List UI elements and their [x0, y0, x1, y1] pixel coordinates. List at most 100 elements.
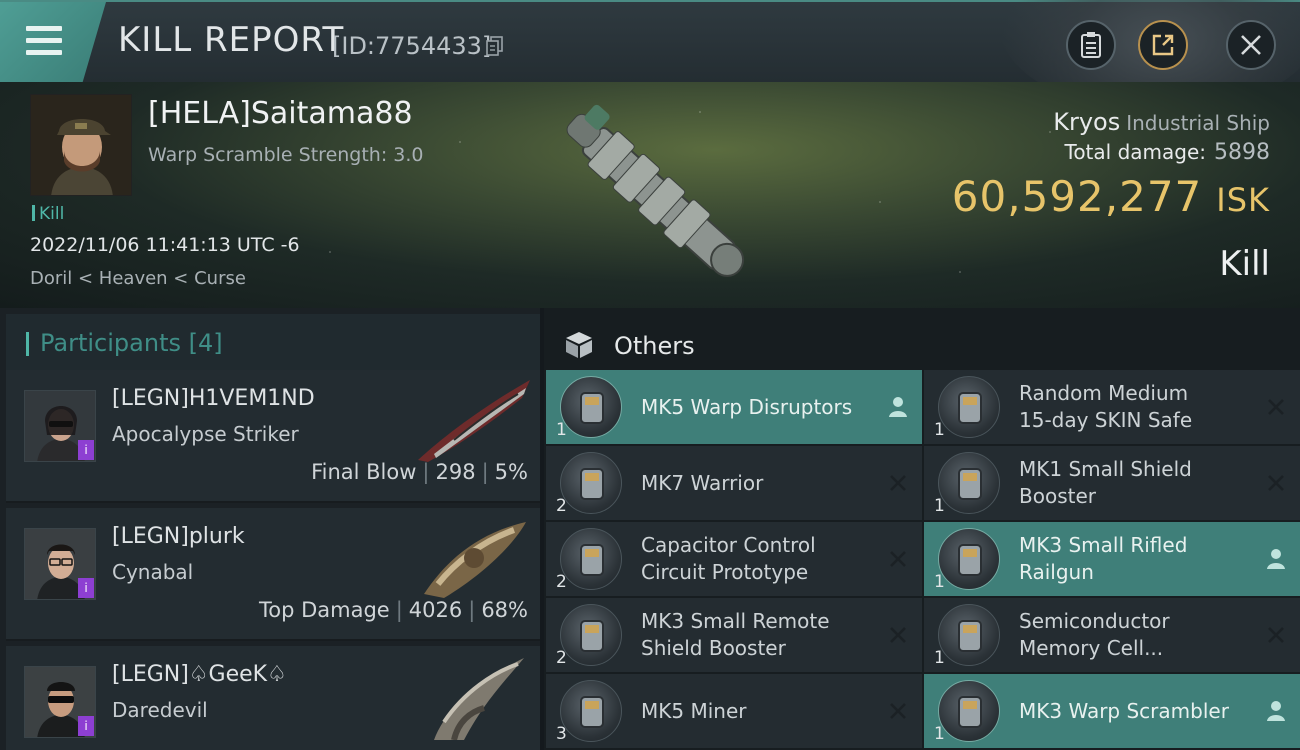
item-name: MK5 Warp Disruptors — [641, 394, 853, 419]
item-tile[interactable]: 1 MK1 Small Shield Booster — [924, 446, 1300, 520]
capacitor-rig-icon — [560, 528, 622, 590]
top-damage-label: Top Damage — [258, 598, 390, 622]
total-damage-label: Total damage: — [1064, 140, 1207, 164]
item-tile[interactable]: 1 MK3 Small Rifled Railgun — [924, 522, 1300, 596]
top-bar: KILL REPORT [ID:7754433] — [0, 0, 1300, 112]
damage-percent: 68% — [481, 598, 528, 622]
destroyed-x-icon — [890, 627, 906, 643]
result-label: Kill — [1219, 244, 1270, 284]
others-panel: Others 1 MK5 Warp Disruptors 1 Random Mediu… — [544, 308, 1300, 750]
item-quantity: 1 — [934, 572, 945, 592]
final-blow-label: Final Blow — [311, 460, 417, 484]
participant-name[interactable]: [LEGN]plurk — [112, 524, 245, 549]
participant-avatar[interactable]: i — [24, 390, 96, 462]
dropped-person-icon — [1267, 701, 1285, 721]
item-quantity: 1 — [556, 420, 567, 440]
damage-value: 4026 — [408, 598, 463, 622]
participant-name[interactable]: [LEGN]♤GeeK♤ — [112, 662, 287, 687]
item-quantity: 1 — [934, 420, 945, 440]
destroyed-x-icon — [1268, 399, 1284, 415]
corp-badge-icon: i — [78, 578, 94, 598]
destroyed-x-icon — [890, 703, 906, 719]
participant-ship: Daredevil — [112, 698, 208, 722]
participant-row[interactable]: i [LEGN]♤GeeK♤ Daredevil — [6, 646, 540, 750]
others-header: Others — [544, 314, 1300, 372]
skin-safe-icon — [938, 376, 1000, 438]
item-name: MK3 Small Remote Shield Booster — [641, 609, 830, 660]
remote-shield-icon — [560, 604, 622, 666]
victim-avatar[interactable] — [30, 94, 132, 196]
copy-icon[interactable] — [486, 36, 504, 56]
item-name: MK5 Miner — [641, 698, 747, 723]
cube-icon — [566, 332, 592, 358]
participant-row[interactable]: i [LEGN]plurk Cynabal Top Damage | 4026 | 68… — [6, 508, 540, 641]
daredevil-ship-image — [434, 658, 524, 740]
kill-timestamp: 2022/11/06 11:41:13 UTC -6 — [30, 234, 300, 256]
ship-name-label: Kryos — [1053, 108, 1121, 136]
item-quantity: 3 — [556, 724, 567, 744]
item-tile[interactable]: 2 MK7 Warrior — [546, 446, 922, 520]
miner-icon — [560, 680, 622, 742]
victim-name[interactable]: [HELA]Saitama88 — [148, 96, 413, 131]
shield-booster-icon — [938, 452, 1000, 514]
participant-avatar[interactable]: i — [24, 666, 96, 738]
item-tile[interactable]: 2 MK3 Small Remote Shield Booster — [546, 598, 922, 672]
participant-stats: Top Damage | 4026 | 68% — [258, 598, 528, 622]
item-tile[interactable]: 1 Random Medium 15-day SKIN Safe — [924, 370, 1300, 444]
kill-tag-label: Kill — [39, 204, 65, 224]
menu-button[interactable] — [0, 2, 106, 82]
kill-summary-banner: [HELA]Saitama88 Warp Scramble Strength: … — [0, 82, 1300, 308]
cynabal-ship-image — [424, 522, 526, 598]
item-name: Semiconductor Memory Cell... — [1019, 609, 1170, 660]
page-title: KILL REPORT — [118, 20, 345, 60]
destroyed-x-icon — [890, 551, 906, 567]
total-damage-value: 5898 — [1214, 140, 1270, 165]
item-tile[interactable]: 2 Capacitor Control Circuit Prototype — [546, 522, 922, 596]
item-name: MK1 Small Shield Booster — [1019, 457, 1192, 508]
share-icon — [1152, 34, 1174, 56]
close-button[interactable] — [1226, 20, 1276, 70]
participant-avatar[interactable]: i — [24, 528, 96, 600]
kill-tag: Kill — [32, 204, 64, 224]
participant-row[interactable]: i [LEGN]H1VEM1ND Apocalypse Striker Fina… — [6, 370, 540, 503]
dropped-person-icon — [1267, 549, 1285, 569]
item-tile[interactable]: 3 MK5 Miner — [546, 674, 922, 748]
victim-ship-image — [566, 104, 745, 277]
item-tile[interactable]: 1 MK3 Warp Scrambler — [924, 674, 1300, 748]
hamburger-icon — [26, 26, 62, 56]
isk-amount: 60,592,277 — [951, 172, 1203, 221]
clipboard-icon — [1081, 32, 1101, 58]
drone-icon — [560, 452, 622, 514]
item-name: Random Medium 15-day SKIN Safe — [1019, 381, 1193, 432]
participant-stats: Final Blow | 298 | 5% — [311, 460, 528, 484]
warp-disruptor-icon — [560, 376, 622, 438]
item-tile[interactable]: 1 Semiconductor Memory Cell... — [924, 598, 1300, 672]
ship-class-label: Industrial Ship — [1126, 111, 1270, 135]
railgun-icon — [938, 528, 1000, 590]
damage-value: 298 — [435, 460, 476, 484]
isk-unit: ISK — [1216, 181, 1270, 219]
close-icon — [1241, 35, 1261, 55]
item-quantity: 1 — [934, 496, 945, 516]
item-quantity: 1 — [934, 724, 945, 744]
dropped-person-icon — [889, 397, 907, 417]
item-name: MK7 Warrior — [641, 470, 764, 495]
participant-ship: Apocalypse Striker — [112, 422, 299, 446]
pilot-portrait-icon — [31, 95, 131, 195]
participants-count: [4] — [188, 329, 223, 357]
kill-location[interactable]: Doril < Heaven < Curse — [30, 268, 246, 289]
apocalypse-ship-image — [418, 380, 530, 462]
item-quantity: 2 — [556, 572, 567, 592]
memory-cell-icon — [938, 604, 1000, 666]
destroyed-x-icon — [890, 475, 906, 491]
share-button[interactable] — [1138, 20, 1188, 70]
item-tile[interactable]: 1 MK5 Warp Disruptors — [546, 370, 922, 444]
participants-title: Participants [4] — [40, 329, 223, 357]
warp-scramble-strength: Warp Scramble Strength: 3.0 — [148, 144, 424, 166]
participant-name[interactable]: [LEGN]H1VEM1ND — [112, 386, 315, 411]
destroyed-x-icon — [1268, 475, 1284, 491]
participants-title-label: Participants — [40, 329, 181, 357]
item-quantity: 2 — [556, 496, 567, 516]
clipboard-button[interactable] — [1066, 20, 1116, 70]
victim-ship-name[interactable]: Kryos Industrial Ship — [1053, 108, 1270, 136]
